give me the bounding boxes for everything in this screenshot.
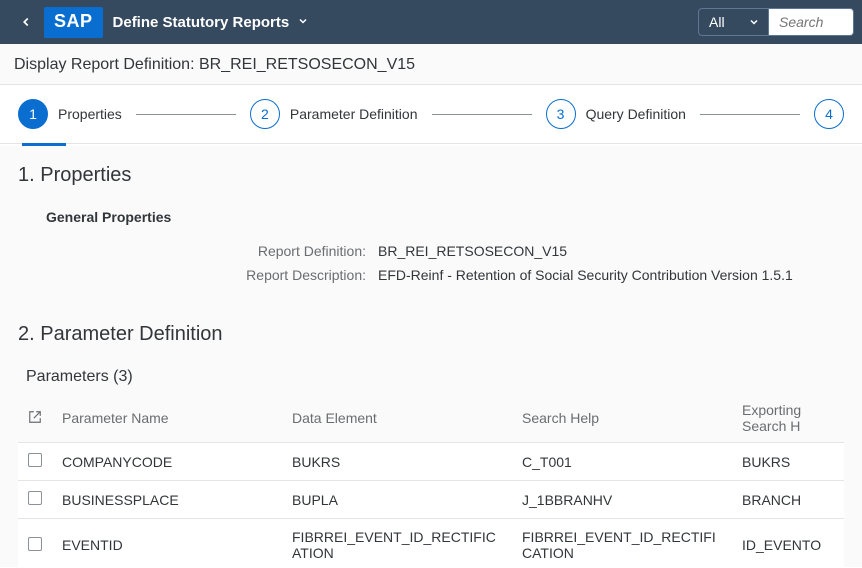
wizard-step-number: 3 [546,99,576,129]
wizard-step-number: 2 [250,99,280,129]
search-input[interactable] [768,8,854,36]
cell-exporting: BRANCH [732,481,844,519]
shell-header: SAP Define Statutory Reports All [0,0,862,44]
wizard-step-label: Parameter Definition [290,106,418,122]
form-label: Report Description: [18,267,378,283]
cell-exporting: BUKRS [732,443,844,481]
cell-data-element: BUKRS [282,443,512,481]
form-row-report-definition: Report Definition: BR_REI_RETSOSECON_V15 [18,243,844,259]
wizard-step-number: 4 [814,99,844,129]
app-title[interactable]: Define Statutory Reports [113,14,310,31]
table-row[interactable]: BUSINESSPLACE BUPLA J_1BBRANHV BRANCH [18,481,844,519]
chevron-down-icon [297,14,309,31]
wizard-step-4[interactable]: 4 [814,99,844,129]
parameters-table: Parameter Name Data Element Search Help … [18,394,844,567]
form-value: EFD-Reinf - Retention of Social Security… [378,267,793,283]
cell-parameter-name: BUSINESSPLACE [52,481,282,519]
cell-search-help: FIBRREI_EVENT_ID_RECTIFICATION [512,519,732,568]
column-header-exporting[interactable]: Exporting Search H [732,394,844,443]
wizard-step-label: Properties [58,106,122,122]
cell-data-element: BUPLA [282,481,512,519]
cell-search-help: J_1BBRANHV [512,481,732,519]
table-row[interactable]: COMPANYCODE BUKRS C_T001 BUKRS [18,443,844,481]
chevron-left-icon [19,15,33,29]
cell-data-element: FIBRREI_EVENT_ID_RECTIFICATION [282,519,512,568]
cell-parameter-name: COMPANYCODE [52,443,282,481]
search-filter-select[interactable]: All [698,8,768,36]
wizard-step-parameter-definition[interactable]: 2 Parameter Definition [250,99,418,129]
search-filter-label: All [709,14,725,30]
back-button[interactable] [8,8,44,36]
page-subheader: Display Report Definition: BR_REI_RETSOS… [0,44,862,85]
subsection-heading-general: General Properties [46,209,844,225]
section-heading-properties: 1. Properties [18,164,844,187]
column-header-data-element[interactable]: Data Element [282,394,512,443]
cell-search-help: C_T001 [512,443,732,481]
row-checkbox[interactable] [28,537,42,551]
export-column-header[interactable] [18,394,52,443]
parameters-count-heading: Parameters (3) [26,368,844,386]
wizard-connector [700,114,800,115]
wizard-connector [432,114,532,115]
wizard-step-properties[interactable]: 1 Properties [18,99,122,129]
app-title-text: Define Statutory Reports [113,14,290,31]
export-icon [28,411,42,427]
wizard-progress: 1 Properties 2 Parameter Definition 3 Qu… [0,85,862,144]
column-header-parameter-name[interactable]: Parameter Name [52,394,282,443]
row-checkbox[interactable] [28,491,42,505]
form-row-report-description: Report Description: EFD-Reinf - Retentio… [18,267,844,283]
content-area: 1. Properties General Properties Report … [0,146,862,567]
wizard-step-query-definition[interactable]: 3 Query Definition [546,99,686,129]
page-title: Display Report Definition: BR_REI_RETSOS… [14,56,415,73]
cell-parameter-name: EVENTID [52,519,282,568]
form-value: BR_REI_RETSOSECON_V15 [378,243,567,259]
cell-exporting: ID_EVENTO [732,519,844,568]
wizard-step-number: 1 [18,99,48,129]
row-checkbox[interactable] [28,453,42,467]
column-header-search-help[interactable]: Search Help [512,394,732,443]
section-heading-parameter-definition: 2. Parameter Definition [18,323,844,346]
table-row[interactable]: EVENTID FIBRREI_EVENT_ID_RECTIFICATION F… [18,519,844,568]
sap-logo: SAP [44,7,103,38]
form-label: Report Definition: [18,243,378,259]
chevron-down-icon [748,16,760,28]
wizard-connector [136,114,236,115]
wizard-step-label: Query Definition [586,106,686,122]
